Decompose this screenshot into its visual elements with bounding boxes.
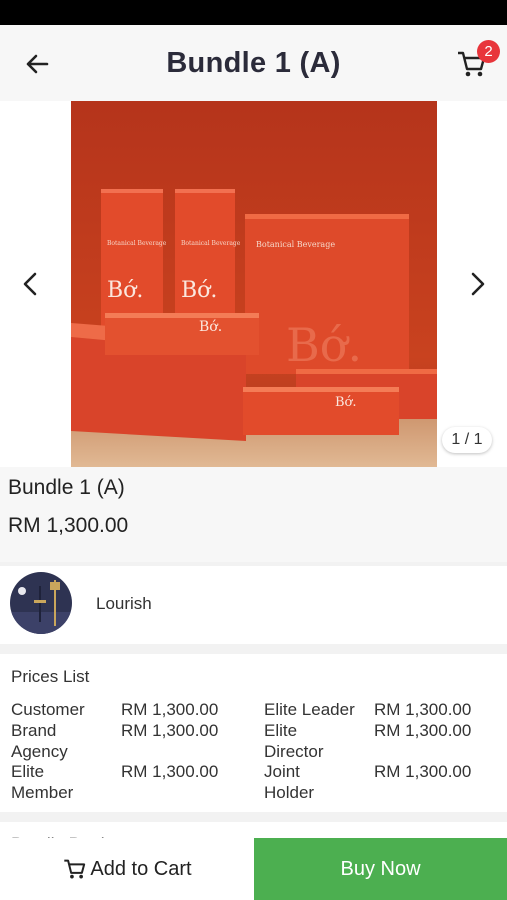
add-to-cart-button[interactable]: Add to Cart xyxy=(0,838,254,900)
buy-now-button[interactable]: Buy Now xyxy=(254,838,507,900)
image-gallery[interactable]: Botanical Beverage Bớ. Botanical Beverag… xyxy=(0,101,507,467)
product-name: Bundle 1 (A) xyxy=(8,476,125,499)
svg-text:Bớ.: Bớ. xyxy=(286,318,362,372)
gallery-next-button[interactable] xyxy=(462,269,492,299)
bottom-action-bar: Add to Cart Buy Now xyxy=(0,838,507,900)
back-button[interactable] xyxy=(22,49,52,79)
price-label-joint-holder: Joint Holder xyxy=(264,762,315,802)
page-title: Bundle 1 (A) xyxy=(166,46,341,79)
price-value-elite-member: RM 1,300.00 xyxy=(121,762,219,781)
seller-name: Lourish xyxy=(96,594,152,613)
gallery-prev-button[interactable] xyxy=(16,269,46,299)
prices-list-title: Prices List xyxy=(11,667,90,686)
add-to-cart-label: Add to Cart xyxy=(90,857,192,880)
price-label-elite-director: Elite Director xyxy=(264,721,324,761)
svg-text:Botanical Beverage: Botanical Beverage xyxy=(256,240,335,249)
svg-text:Bớ.: Bớ. xyxy=(107,278,143,303)
chevron-left-icon xyxy=(23,272,37,296)
prices-list: Prices List Customer RM 1,300.00 Brand A… xyxy=(0,654,507,812)
price-value-customer: RM 1,300.00 xyxy=(121,700,219,719)
buy-now-label: Buy Now xyxy=(340,857,421,880)
gallery-page-counter: 1 / 1 xyxy=(442,427,492,453)
svg-text:Bớ.: Bớ. xyxy=(181,278,217,303)
price-value-elite-director: RM 1,300.00 xyxy=(374,721,472,740)
product-price: RM 1,300.00 xyxy=(8,514,129,537)
svg-text:Botanical Beverage: Botanical Beverage xyxy=(181,240,241,247)
cart-icon xyxy=(64,859,86,879)
seller-row[interactable]: Lourish xyxy=(0,566,507,644)
product-image: Botanical Beverage Bớ. Botanical Beverag… xyxy=(71,101,437,467)
price-label-elite-member: Elite Member xyxy=(11,762,74,802)
price-value-brand-agency: RM 1,300.00 xyxy=(121,721,219,740)
price-label-brand-agency: Brand Agency xyxy=(11,721,68,761)
price-label-customer: Customer xyxy=(11,700,85,719)
arrow-left-icon xyxy=(26,54,49,74)
price-value-joint-holder: RM 1,300.00 xyxy=(374,762,472,781)
chevron-right-icon xyxy=(471,272,485,296)
price-value-elite-leader: RM 1,300.00 xyxy=(374,700,472,719)
status-bar xyxy=(0,0,507,25)
app-header: Bundle 1 (A) 2 xyxy=(0,25,507,101)
product-info: Bundle 1 (A) RM 1,300.00 xyxy=(0,467,507,562)
avatar xyxy=(10,572,72,634)
svg-text:Bớ.: Bớ. xyxy=(199,319,222,335)
svg-text:Bớ.: Bớ. xyxy=(335,395,357,410)
cart-count-badge: 2 xyxy=(477,40,500,63)
svg-text:Botanical Beverage: Botanical Beverage xyxy=(107,240,167,247)
price-label-elite-leader: Elite Leader xyxy=(264,700,355,719)
